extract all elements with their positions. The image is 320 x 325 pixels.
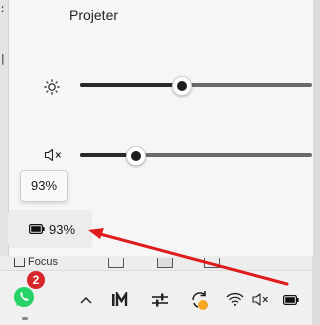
notification-badge: 2	[27, 271, 45, 289]
wifi-icon[interactable]	[226, 292, 244, 306]
focus-label: Focus	[28, 256, 58, 268]
input-method-icon[interactable]	[111, 292, 131, 308]
battery-icon	[29, 224, 45, 234]
app-toolbar-strip: Focus	[0, 256, 312, 270]
taskbar: 2	[0, 270, 312, 325]
battery-button[interactable]: 93%	[8, 210, 92, 248]
chevron-up-icon[interactable]	[80, 296, 92, 304]
sync-icon[interactable]	[190, 289, 210, 311]
background-text-fragment: |	[1, 52, 5, 65]
brightness-slider-fill	[80, 83, 182, 87]
app-running-indicator	[22, 317, 28, 320]
view-icon[interactable]	[157, 258, 173, 268]
view-icon[interactable]	[108, 258, 124, 268]
background-text-fragment: ː	[1, 2, 5, 15]
volume-muted-icon[interactable]	[44, 148, 64, 162]
brightness-slider-thumb[interactable]	[172, 76, 192, 96]
battery-icon[interactable]	[283, 295, 299, 305]
volume-slider-thumb[interactable]	[126, 146, 146, 166]
volume-muted-icon[interactable]	[252, 293, 271, 306]
battery-tooltip: 93%	[20, 170, 68, 202]
battery-percentage: 93%	[49, 222, 76, 237]
focus-icon	[14, 257, 25, 267]
volume-slider[interactable]	[80, 153, 312, 157]
brightness-slider[interactable]	[80, 83, 312, 87]
brightness-icon	[44, 79, 60, 95]
cast-label[interactable]: Projeter	[69, 7, 118, 23]
focus-button[interactable]: Focus	[14, 256, 58, 268]
view-icon[interactable]	[204, 258, 220, 268]
sliders-settings-icon[interactable]	[151, 292, 169, 308]
